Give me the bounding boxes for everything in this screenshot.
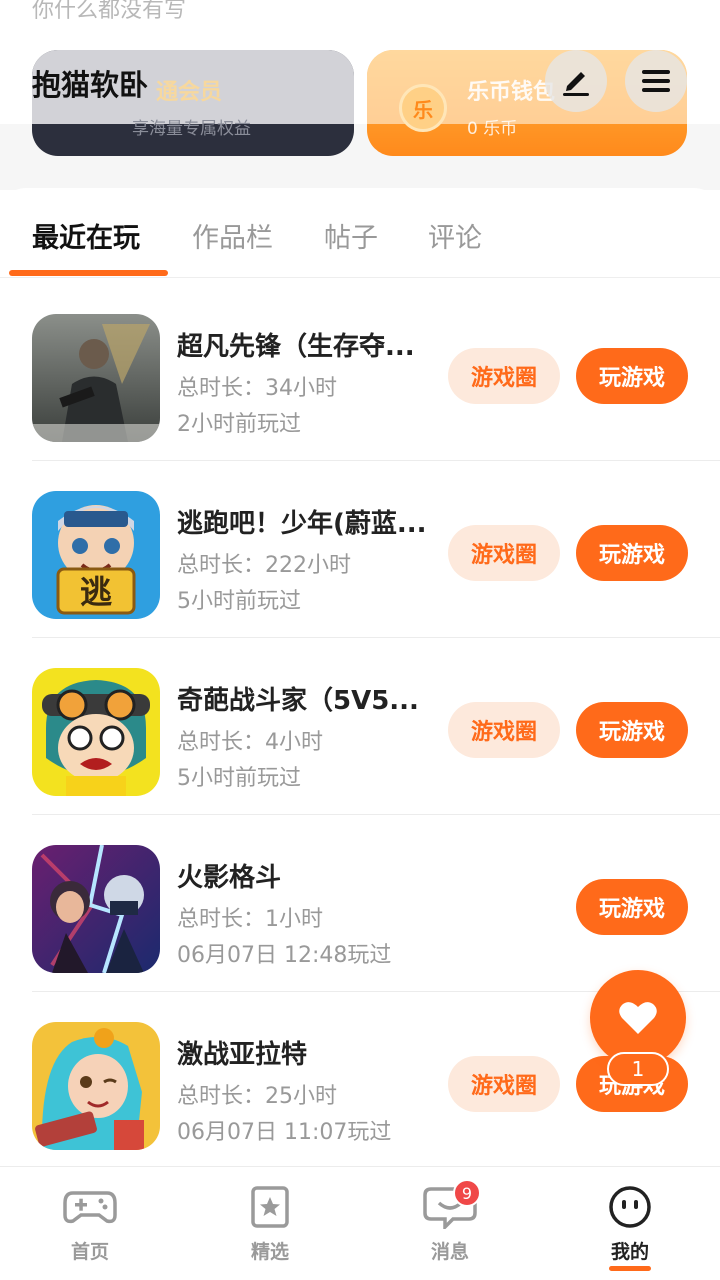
game-icon-huoying[interactable] — [32, 845, 160, 973]
message-count-badge: 9 — [453, 1179, 481, 1207]
game-icon-chaofan[interactable] — [32, 314, 160, 442]
game-last-played: 06月07日 11:07玩过 — [177, 1120, 392, 1145]
bottom-navigation: 首页 精选 9 消息 我的 — [0, 1166, 720, 1280]
game-duration: 总时长：25小时 — [177, 1084, 337, 1109]
svg-text:逃: 逃 — [80, 573, 112, 611]
game-row[interactable]: 奇葩战斗家（5V5... 总时长：4小时 5小时前玩过 游戏圈 玩游戏 — [0, 638, 720, 815]
game-name: 逃跑吧！少年(蔚蓝... — [177, 509, 427, 539]
nav-featured[interactable]: 精选 — [210, 1185, 330, 1264]
game-name: 奇葩战斗家（5V5... — [177, 686, 419, 716]
game-circle-button[interactable]: 游戏圈 — [448, 348, 560, 404]
nav-messages-label: 消息 — [430, 1241, 469, 1263]
game-last-played: 5小时前玩过 — [177, 589, 301, 614]
play-game-button[interactable]: 玩游戏 — [576, 348, 688, 404]
game-duration: 总时长：34小时 — [177, 376, 337, 401]
game-name: 火影格斗 — [177, 863, 282, 893]
game-icon-jizhan[interactable] — [32, 1022, 160, 1150]
wallet-card-balance: 0 乐币 — [467, 119, 518, 139]
play-game-button[interactable]: 玩游戏 — [576, 879, 688, 935]
vip-card-title: 通会员 — [156, 80, 223, 105]
game-duration: 总时长：1小时 — [177, 907, 323, 932]
nav-home-label: 首页 — [70, 1241, 109, 1263]
game-duration: 总时长：222小时 — [177, 553, 351, 578]
game-last-played: 06月07日 12:48玩过 — [177, 943, 392, 968]
wallet-card-title: 乐币钱包 — [467, 80, 556, 105]
smiley-face-icon — [603, 1185, 657, 1229]
active-tab-indicator — [9, 270, 168, 276]
play-game-button[interactable]: 玩游戏 — [576, 702, 688, 758]
heart-icon — [619, 1002, 657, 1034]
game-circle-button[interactable]: 游戏圈 — [448, 702, 560, 758]
tab-recent[interactable]: 最近在玩 — [32, 216, 140, 255]
game-row[interactable]: 火影格斗 总时长：1小时 06月07日 12:48玩过 玩游戏 — [0, 815, 720, 992]
nav-messages[interactable]: 9 消息 — [390, 1179, 510, 1264]
coin-icon: 乐 — [399, 84, 447, 132]
tab-works[interactable]: 作品栏 — [192, 216, 273, 255]
game-last-played: 5小时前玩过 — [177, 766, 301, 791]
gamepad-icon — [63, 1185, 117, 1229]
game-icon-taopao[interactable]: 逃 — [32, 491, 160, 619]
edit-profile-button[interactable] — [545, 50, 607, 112]
chat-bubble-icon: 9 — [423, 1179, 481, 1232]
active-nav-indicator — [609, 1266, 651, 1271]
hamburger-menu-icon — [642, 70, 670, 92]
game-row[interactable]: 超凡先锋（生存夺... 总时长：34小时 2小时前玩过 游戏圈 玩游戏 — [0, 284, 720, 461]
like-count-badge: 1 — [607, 1052, 669, 1086]
tab-bar: 最近在玩 作品栏 帖子 评论 — [0, 188, 720, 278]
nav-mine-label: 我的 — [610, 1241, 649, 1263]
pencil-icon — [563, 72, 589, 96]
game-row[interactable]: 逃 逃跑吧！少年(蔚蓝... 总时长：222小时 5小时前玩过 游戏圈 玩游戏 — [0, 461, 720, 638]
tab-comments[interactable]: 评论 — [428, 216, 482, 255]
game-icon-qipa[interactable] — [32, 668, 160, 796]
star-bookmark-icon — [243, 1185, 297, 1229]
nav-home[interactable]: 首页 — [30, 1185, 150, 1264]
nav-featured-label: 精选 — [250, 1241, 289, 1263]
nav-mine[interactable]: 我的 — [570, 1185, 690, 1271]
tab-posts[interactable]: 帖子 — [324, 216, 378, 255]
signature-text: 你什么都没有写 — [32, 0, 187, 23]
menu-button[interactable] — [625, 50, 687, 112]
vip-card-subtitle: 享海量专属权益 — [132, 119, 251, 139]
game-last-played: 2小时前玩过 — [177, 412, 301, 437]
game-circle-button[interactable]: 游戏圈 — [448, 1056, 560, 1112]
game-name: 激战亚拉特 — [177, 1040, 308, 1070]
username: 抱猫软卧 — [32, 68, 149, 102]
game-circle-button[interactable]: 游戏圈 — [448, 525, 560, 581]
game-name: 超凡先锋（生存夺... — [177, 332, 415, 362]
game-duration: 总时长：4小时 — [177, 730, 323, 755]
play-game-button[interactable]: 玩游戏 — [576, 525, 688, 581]
